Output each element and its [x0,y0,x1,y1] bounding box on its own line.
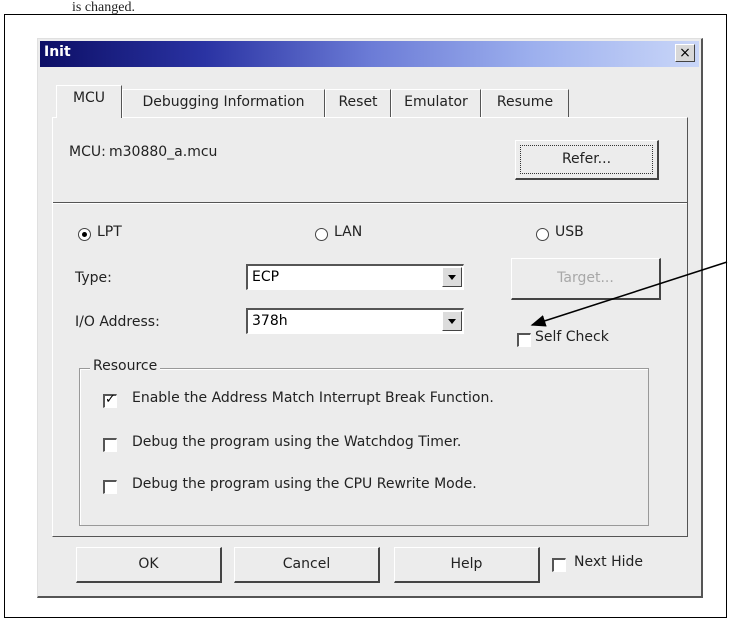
radio-usb-label: USB [555,224,584,240]
type-select[interactable]: ECP [246,264,464,290]
target-button-label: Target... [557,270,614,286]
tab-resume[interactable]: Resume [481,89,569,117]
next-hide-checkbox[interactable] [552,558,566,572]
close-icon: × [679,45,691,61]
resource-label-address-match: Enable the Address Match Interrupt Break… [132,390,494,406]
resource-checkbox-watchdog[interactable] [103,438,117,452]
radio-lan[interactable] [315,228,328,241]
radio-lpt[interactable] [78,228,91,241]
self-check-label: Self Check [535,329,609,345]
radio-lpt-label: LPT [97,224,122,240]
resource-group: Resource Enable the Address Match Interr… [79,358,649,526]
tab-emulator[interactable]: Emulator [391,89,481,117]
radio-usb[interactable] [536,228,549,241]
io-address-select-value: 378h [252,313,288,329]
next-hide-label: Next Hide [574,554,643,570]
self-check-checkbox[interactable] [517,333,531,347]
resource-label-cpu-rewrite: Debug the program using the CPU Rewrite … [132,476,477,492]
mcu-file-value: m30880_a.mcu [109,144,218,160]
chevron-down-icon[interactable] [442,267,462,287]
type-select-value: ECP [252,269,280,285]
radio-lan-label: LAN [334,224,363,240]
cancel-button[interactable]: Cancel [234,547,380,583]
tab-reset[interactable]: Reset [325,89,391,117]
io-address-select[interactable]: 378h [246,308,464,334]
close-button[interactable]: × [675,44,695,62]
title-bar[interactable]: Init × [40,41,699,67]
mcu-label: MCU: [69,144,106,160]
help-button[interactable]: Help [394,547,540,583]
target-button[interactable]: Target... [511,258,661,300]
resource-checkbox-address-match[interactable] [103,392,117,408]
ok-button[interactable]: OK [76,547,222,583]
io-address-label: I/O Address: [75,314,160,330]
tab-debugging-information[interactable]: Debugging Information [122,89,325,117]
resource-group-title: Resource [90,358,161,374]
mcu-tab-panel: MCU: m30880_a.mcu Refer... LPT LAN USB T… [52,117,688,537]
tab-mcu[interactable]: MCU [56,85,122,118]
chevron-down-icon[interactable] [442,311,462,331]
type-label: Type: [75,270,112,286]
resource-checkbox-cpu-rewrite[interactable] [103,480,117,494]
refer-button[interactable]: Refer... [515,140,659,180]
section-divider [53,202,687,204]
focus-rect [520,145,653,174]
init-dialog: Init × MCU Debugging Information Reset E… [37,38,703,598]
resource-label-watchdog: Debug the program using the Watchdog Tim… [132,434,462,450]
window-title: Init [44,44,71,60]
